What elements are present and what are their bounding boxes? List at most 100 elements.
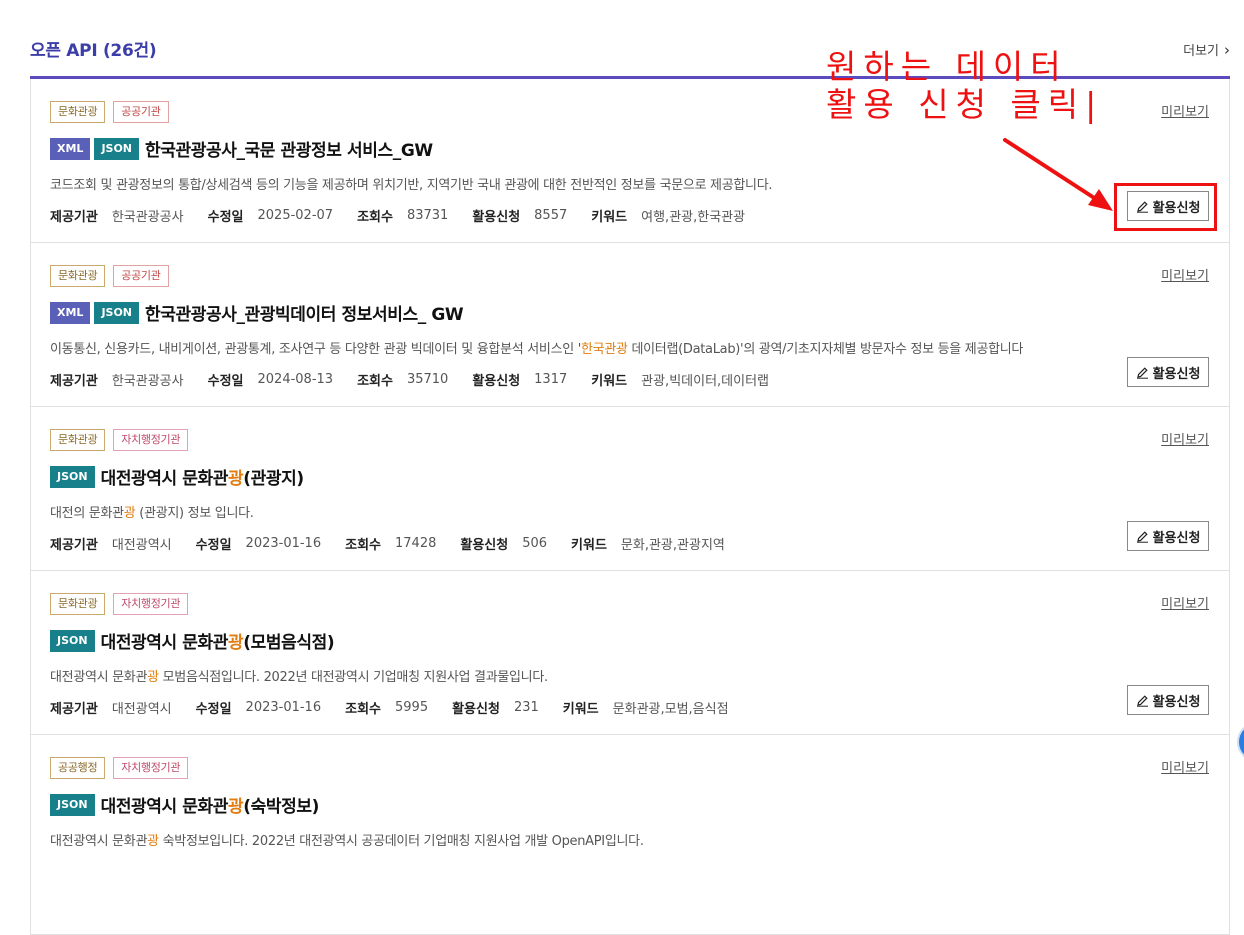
- views-label: 조회수: [357, 374, 393, 389]
- title-text-segment: 광: [228, 469, 244, 489]
- applications-label: 활용신청: [472, 210, 521, 225]
- description-text-segment: 광: [147, 834, 159, 849]
- keywords-label: 키워드: [562, 702, 599, 717]
- api-title[interactable]: 대전광역시 문화관광(숙박정보): [100, 792, 320, 817]
- pencil-icon: [1136, 200, 1148, 213]
- apply-button[interactable]: 활용신청: [1127, 521, 1209, 551]
- title-text-segment: 한국관광공사_관광빅데이터 정보서비스_ GW: [145, 305, 464, 325]
- category-badge: 문화관광: [50, 429, 106, 451]
- api-title-row: JSON 대전광역시 문화관광(관광지): [50, 464, 304, 489]
- category-badge: 문화관광: [50, 101, 106, 123]
- description-text-segment: 한국관광: [581, 342, 628, 357]
- api-meta-row: 제공기관 대전광역시 수정일 2023-01-16 조회수 17428 활용신청 506…: [50, 534, 749, 553]
- category-badge: 문화관광: [50, 265, 106, 287]
- applications-value: 8557: [534, 208, 568, 223]
- description-text-segment: 데이터랩(DataLab)'의 광역/기초지자체별 방문자수 정보 등을 제공합…: [627, 342, 1024, 357]
- api-card-list: 문화관광 공공기관 XML JSON 한국관광공사_국문 관광정보 서비스_GW 코드…: [30, 79, 1230, 935]
- api-meta-row: 제공기관 한국관광공사 수정일 2025-02-07 조회수 83731 활용신청 85…: [50, 206, 769, 225]
- description-text-segment: 코드조회 및 관광정보의 통합/상세검색 등의 기능을 제공하며 위치기반, 지…: [50, 178, 773, 193]
- modified-value: 2023-01-16: [245, 536, 322, 551]
- title-text-segment: 대전광역시 문화관: [100, 797, 229, 817]
- description-text-segment: 대전광역시 문화관: [50, 834, 148, 849]
- api-card: 문화관광 자치행정기관 JSON 대전광역시 문화관광(모범음식점) 대전광역시 문…: [30, 571, 1230, 735]
- category-badge: 공공기관: [113, 101, 169, 123]
- preview-link[interactable]: 미리보기: [1161, 757, 1209, 776]
- title-text-segment: 광: [228, 633, 244, 653]
- category-badge: 문화관광: [50, 593, 106, 615]
- provider-label: 제공기관: [50, 702, 98, 717]
- section-title: 오픈 API (26건): [30, 41, 157, 61]
- preview-link[interactable]: 미리보기: [1161, 429, 1209, 448]
- provider-value: 한국관광공사: [111, 210, 184, 225]
- keywords-value: 문화,관광,관광지역: [620, 538, 725, 553]
- api-description: 이동통신, 신용카드, 내비게이션, 관광통계, 조사연구 등 다양한 관광 빅…: [50, 338, 1023, 357]
- applications-label: 활용신청: [460, 538, 509, 553]
- more-label: 더보기: [1183, 44, 1219, 59]
- apply-button-label: 활용신청: [1152, 694, 1201, 710]
- keywords-label: 키워드: [591, 210, 628, 225]
- views-label: 조회수: [357, 210, 393, 225]
- title-text-segment: 대전광역시 문화관: [100, 469, 229, 489]
- format-chip-json: JSON: [50, 465, 95, 488]
- description-text-segment: 대전의 문화관: [50, 506, 124, 521]
- api-meta-row: 제공기관 대전광역시 수정일 2023-01-16 조회수 5995 활용신청 231 …: [50, 698, 753, 717]
- api-title[interactable]: 한국관광공사_관광빅데이터 정보서비스_ GW: [145, 300, 464, 325]
- format-chip-xml: XML: [50, 137, 91, 160]
- keywords-label: 키워드: [591, 374, 628, 389]
- provider-label: 제공기관: [50, 210, 98, 225]
- title-text-segment: (숙박정보): [243, 797, 319, 817]
- api-title-row: JSON 대전광역시 문화관광(숙박정보): [50, 792, 319, 817]
- api-title[interactable]: 대전광역시 문화관광(관광지): [100, 464, 305, 489]
- modified-label: 수정일: [195, 538, 232, 553]
- description-text-segment: 광: [147, 670, 159, 685]
- provider-value: 대전광역시: [111, 538, 172, 553]
- keywords-label: 키워드: [571, 538, 607, 553]
- provider-value: 대전광역시: [111, 702, 172, 717]
- views-value: 35710: [406, 372, 449, 387]
- api-title[interactable]: 한국관광공사_국문 관광정보 서비스_GW: [145, 136, 433, 161]
- category-badge: 자치행정기관: [113, 593, 189, 615]
- modified-label: 수정일: [195, 702, 232, 717]
- category-badge: 공공기관: [113, 265, 169, 287]
- preview-link[interactable]: 미리보기: [1161, 101, 1209, 120]
- apply-button[interactable]: 활용신청: [1127, 357, 1209, 387]
- api-meta-row: 제공기관 한국관광공사 수정일 2024-08-13 조회수 35710 활용신청 13…: [50, 370, 793, 389]
- category-badges: 문화관광 자치행정기관: [50, 429, 189, 451]
- applications-value: 1317: [534, 372, 568, 387]
- api-description: 대전광역시 문화관광 숙박정보입니다. 2022년 대전광역시 공공데이터 기업…: [50, 830, 644, 849]
- pencil-icon: [1136, 694, 1148, 707]
- more-link[interactable]: 더보기 ›: [1183, 40, 1230, 60]
- pencil-icon: [1136, 530, 1148, 543]
- applications-value: 506: [522, 536, 548, 551]
- title-text-segment: 한국관광공사_국문 관광정보 서비스_GW: [145, 141, 433, 161]
- preview-link[interactable]: 미리보기: [1161, 593, 1209, 612]
- category-badge: 공공행정: [50, 757, 106, 779]
- preview-link[interactable]: 미리보기: [1161, 265, 1209, 284]
- applications-value: 231: [513, 700, 539, 715]
- section-header: 오픈 API (26건) 더보기 ›: [30, 36, 1230, 64]
- category-badge: 자치행정기관: [113, 429, 189, 451]
- api-card: 문화관광 공공기관 XML JSON 한국관광공사_관광빅데이터 정보서비스_ GW …: [30, 243, 1230, 407]
- api-title[interactable]: 대전광역시 문화관광(모범음식점): [101, 628, 335, 653]
- category-badges: 공공행정 자치행정기관: [50, 757, 189, 779]
- views-label: 조회수: [345, 538, 381, 553]
- title-text-segment: 광: [228, 797, 244, 817]
- chevron-right-icon: ›: [1224, 40, 1230, 59]
- api-card: 문화관광 공공기관 XML JSON 한국관광공사_국문 관광정보 서비스_GW 코드…: [30, 79, 1230, 243]
- title-text-segment: (관광지): [243, 469, 304, 489]
- api-card: 공공행정 자치행정기관 JSON 대전광역시 문화관광(숙박정보) 대전광역시 문화…: [30, 735, 1230, 935]
- description-text-segment: (관광지) 정보 입니다.: [135, 506, 254, 521]
- api-title-row: JSON 대전광역시 문화관광(모범음식점): [50, 628, 335, 653]
- apply-button[interactable]: 활용신청: [1127, 685, 1209, 715]
- floating-widget-icon[interactable]: [1237, 722, 1244, 762]
- title-text-segment: (모범음식점): [243, 633, 335, 653]
- description-text-segment: 광: [123, 506, 136, 521]
- category-badges: 문화관광 공공기관: [50, 265, 169, 287]
- title-text-segment: 대전광역시 문화관: [100, 633, 229, 653]
- apply-button-label: 활용신청: [1152, 530, 1201, 546]
- apply-button[interactable]: 활용신청: [1127, 191, 1209, 221]
- modified-value: 2025-02-07: [257, 208, 334, 223]
- format-chip-xml: XML: [50, 301, 91, 324]
- format-chip-json: JSON: [50, 629, 95, 652]
- applications-label: 활용신청: [472, 374, 521, 389]
